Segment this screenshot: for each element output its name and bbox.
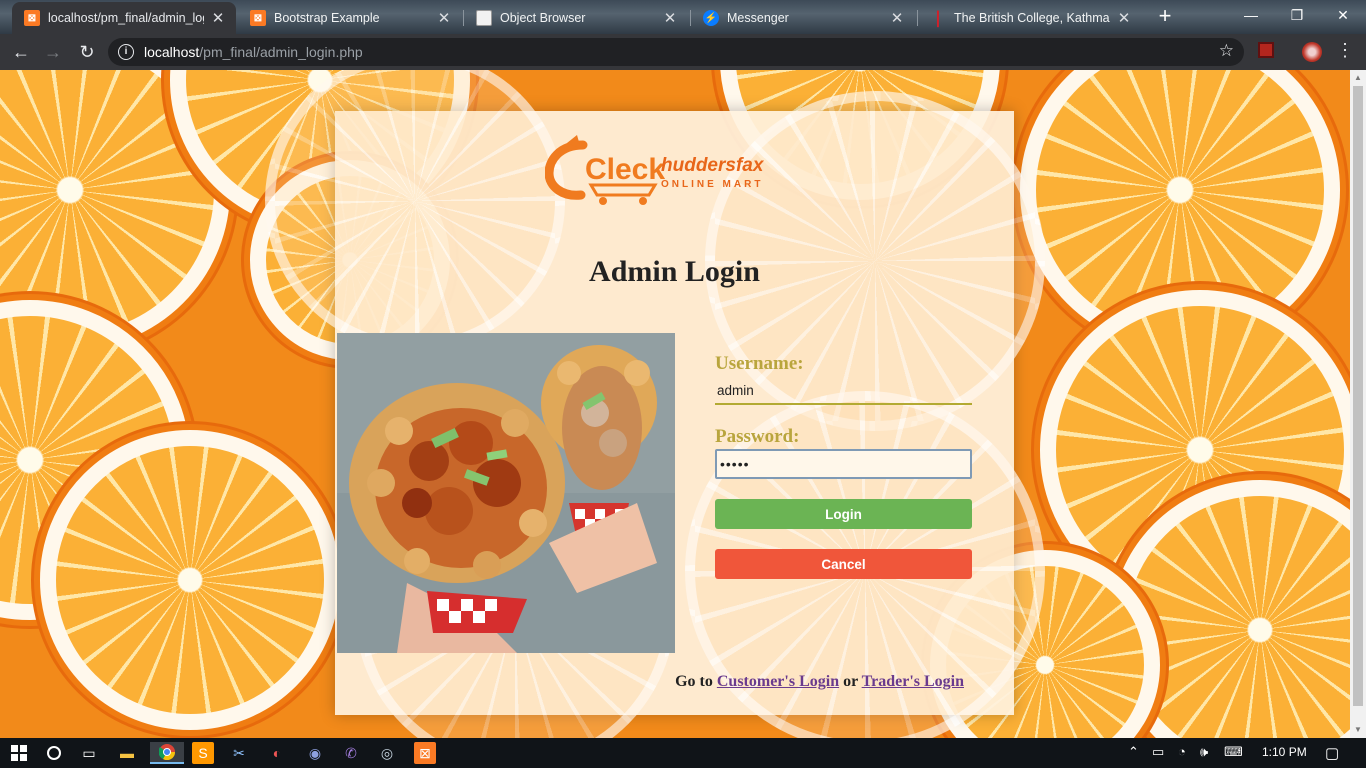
tab-title: Object Browser [500,11,586,25]
logo-text-online-mart: ONLINE MART [661,179,763,190]
orange-slice-bg [40,430,340,730]
scroll-down-icon[interactable]: ▼ [1350,722,1366,738]
chrome-icon[interactable] [150,742,184,764]
back-icon[interactable]: ← [8,40,34,64]
notification-icon[interactable]: ▢ [1325,744,1339,762]
volume-icon[interactable]: 🕪 [1200,744,1208,760]
password-field[interactable] [715,449,972,479]
tab-title: Bootstrap Example [274,11,380,25]
cancel-button[interactable]: Cancel [715,549,972,579]
page-viewport: Cleck huddersfax ONLINE MART Admin Login [0,70,1350,738]
cortana-icon[interactable] [43,742,65,764]
battery-icon[interactable]: ▭ [1152,744,1164,760]
customer-login-link[interactable]: Customer's Login [717,673,839,690]
window-close-icon[interactable]: ✕ [1320,0,1366,30]
tab-british-college[interactable]: ❘ The British College, Kathmandu ✕ [918,2,1142,34]
card-background-slice [265,70,565,351]
login-button[interactable]: Login [715,499,972,529]
close-icon[interactable]: ✕ [210,9,226,27]
username-label: Username: [715,353,804,374]
tab-bootstrap-example[interactable]: ⊠ Bootstrap Example ✕ [238,2,462,34]
scroll-up-icon[interactable]: ▲ [1350,70,1366,86]
task-view-icon[interactable]: ▭ [78,742,100,764]
keyboard-icon[interactable]: ⌨ [1224,744,1243,760]
document-icon [476,10,492,26]
tab-title: The British College, Kathmandu [954,11,1110,25]
steam-icon[interactable]: ◎ [376,742,398,764]
windows-taskbar: ▭ ▬ S ✂ ◐ ◉ ✆ ◎ ⊠ ⌃ ▭ ◔ 🕪 ⌨ 1:10 PM ▢ [0,738,1366,768]
wifi-icon[interactable]: ◔ [1178,744,1186,759]
college-icon: ❘ [931,10,945,27]
xampp-icon[interactable]: ⊠ [414,742,436,764]
tab-admin-login[interactable]: ⊠ localhost/pm_final/admin_log ✕ [12,2,236,34]
browser-toolbar: ← → ↻ i localhost /pm_final/admin_login.… [0,34,1366,70]
tab-object-browser[interactable]: Object Browser ✕ [464,2,688,34]
logo-text-huddersfax: huddersfax [661,155,765,176]
restore-icon[interactable]: ❐ [1274,0,1320,30]
address-bar[interactable]: i localhost /pm_final/admin_login.php ☆ [108,38,1244,66]
file-explorer-icon[interactable]: ▬ [116,742,138,764]
windows-icon[interactable] [8,742,30,764]
page-title: Admin Login [589,255,760,288]
tray-chevron-icon[interactable]: ⌃ [1128,744,1139,760]
url-path: /pm_final/admin_login.php [199,44,363,60]
tab-strip: ⊠ localhost/pm_final/admin_log ✕ ⊠ Boots… [0,0,1366,34]
new-tab-button[interactable]: + [1152,4,1178,30]
password-label: Password: [715,426,800,447]
vpn-icon[interactable]: ◐ [266,742,288,764]
reload-icon[interactable]: ↻ [74,40,100,64]
close-icon[interactable]: ✕ [436,9,452,27]
tab-title: Messenger [727,11,789,25]
xampp-icon: ⊠ [250,10,266,26]
close-icon[interactable]: ✕ [662,9,678,27]
info-icon[interactable]: i [118,44,134,60]
trader-login-link[interactable]: Trader's Login [862,673,964,690]
cleckhuddersfax-logo: Cleck huddersfax ONLINE MART [545,135,765,205]
extension-icon[interactable] [1258,42,1274,58]
bookmark-star-icon[interactable]: ☆ [1219,41,1234,61]
goto-or: or [843,673,858,690]
viber-icon[interactable]: ✆ [340,742,362,764]
goto-prefix: Go to [675,673,713,690]
tab-messenger[interactable]: ⚡ Messenger ✕ [691,2,915,34]
scrollbar-thumb[interactable] [1353,86,1363,706]
tab-title: localhost/pm_final/admin_log [48,11,204,25]
profile-avatar[interactable] [1302,42,1322,62]
logo-text-cleck: Cleck [585,153,665,186]
login-links-line: Go to Customer's Login or Trader's Login [675,673,964,691]
discord-icon[interactable]: ◉ [304,742,326,764]
food-photo [337,333,675,653]
minimize-icon[interactable]: — [1228,0,1274,30]
clock[interactable]: 1:10 PM [1262,745,1307,759]
login-card: Cleck huddersfax ONLINE MART Admin Login [265,70,1045,738]
menu-dots-icon[interactable]: ⋮ [1336,40,1354,61]
snipping-icon[interactable]: ✂ [228,742,250,764]
forward-icon[interactable]: → [40,40,66,64]
close-icon[interactable]: ✕ [1116,9,1132,27]
sublime-icon[interactable]: S [192,742,214,764]
xampp-icon: ⊠ [24,10,40,26]
url-host: localhost [144,44,200,60]
close-icon[interactable]: ✕ [889,9,905,27]
messenger-icon: ⚡ [703,10,719,26]
username-field[interactable] [715,377,972,405]
